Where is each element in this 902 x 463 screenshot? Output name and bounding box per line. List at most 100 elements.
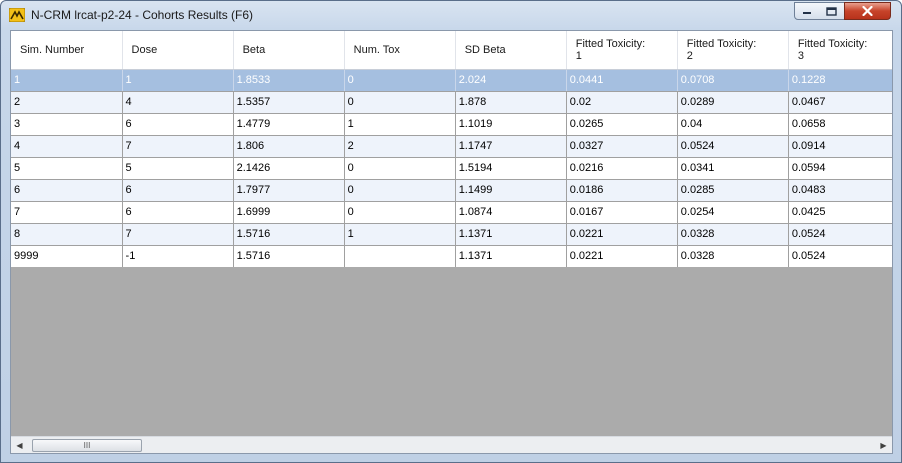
column-header[interactable]: Num. Tox	[344, 31, 456, 70]
table-cell[interactable]: 0.0467	[788, 91, 892, 114]
table-cell[interactable]: 6	[122, 201, 234, 224]
table-cell[interactable]: 0.1228	[788, 69, 892, 92]
column-header[interactable]: Beta	[233, 31, 345, 70]
table-cell[interactable]: 7	[122, 223, 234, 246]
table-row[interactable]: 111.853302.0240.04410.07080.12280.2404	[11, 69, 892, 92]
table-cell[interactable]: 2.1426	[233, 157, 345, 180]
table-cell[interactable]: 1.1371	[455, 245, 567, 267]
table-cell[interactable]: 0	[344, 69, 456, 92]
table-cell[interactable]: 1.6999	[233, 201, 345, 224]
table-cell[interactable]: 1.1747	[455, 135, 567, 158]
table-cell[interactable]: 0.0483	[788, 179, 892, 202]
column-header[interactable]: Fitted Toxicity: 2	[677, 31, 789, 70]
scrollbar-thumb[interactable]: III	[32, 439, 142, 452]
table-cell[interactable]: 0.04	[677, 113, 789, 136]
table-cell[interactable]: 0.0524	[788, 223, 892, 246]
results-window: N-CRM lrcat-p2-24 - Cohorts Results (F6)	[0, 0, 902, 463]
table-cell[interactable]: 1.0874	[455, 201, 567, 224]
table-cell[interactable]: 0.02	[566, 91, 678, 114]
table-row[interactable]: 241.535701.8780.020.02890.04670.0938	[11, 91, 892, 114]
column-header[interactable]: Fitted Toxicity: 3	[788, 31, 892, 70]
table-cell[interactable]: 0.0441	[566, 69, 678, 92]
table-cell[interactable]: 0.0524	[677, 135, 789, 158]
table-cell[interactable]: 0	[344, 179, 456, 202]
table-row[interactable]: 661.797701.14990.01860.02850.04830.0959	[11, 179, 892, 202]
table-cell[interactable]: 1.4779	[233, 113, 345, 136]
table-cell[interactable]: 1.5716	[233, 223, 345, 246]
table-cell[interactable]: 1.5194	[455, 157, 567, 180]
table-cell[interactable]: 0.0221	[566, 223, 678, 246]
table-cell[interactable]: 2	[344, 135, 456, 158]
table-cell[interactable]: 0.0216	[566, 157, 678, 180]
table-cell[interactable]: 7	[11, 201, 123, 224]
table-row[interactable]: 552.142601.51940.02160.03410.05940.1232	[11, 157, 892, 180]
scroll-right-arrow-icon[interactable]: ▶	[875, 437, 892, 454]
column-header-label: Sim. Number	[20, 43, 85, 56]
column-header[interactable]: Fitted Toxicity: 1	[566, 31, 678, 70]
table-cell[interactable]: 1	[11, 69, 123, 92]
table-cell[interactable]: 0.0708	[677, 69, 789, 92]
table-cell[interactable]: 0.0289	[677, 91, 789, 114]
table-cell[interactable]: 0.0186	[566, 179, 678, 202]
table-cell[interactable]: 0	[344, 157, 456, 180]
table-cell[interactable]: 4	[122, 91, 234, 114]
table-cell[interactable]: 0.0658	[788, 113, 892, 136]
column-header[interactable]: SD Beta	[455, 31, 567, 70]
table-cell[interactable]: 5	[11, 157, 123, 180]
table-cell[interactable]: 0.0341	[677, 157, 789, 180]
table-cell[interactable]: 1.5357	[233, 91, 345, 114]
table-cell[interactable]: 0.0265	[566, 113, 678, 136]
table-cell[interactable]: -1	[122, 245, 234, 267]
table-cell[interactable]: 2	[11, 91, 123, 114]
table-cell[interactable]: 1.1499	[455, 179, 567, 202]
table-cell[interactable]: 1	[122, 69, 234, 92]
table-cell[interactable]: 4	[11, 135, 123, 158]
table-cell[interactable]: 1.7977	[233, 179, 345, 202]
table-cell[interactable]: 6	[122, 113, 234, 136]
table-cell[interactable]: 1	[344, 113, 456, 136]
table-cell[interactable]: 0.0328	[677, 245, 789, 267]
table-cell[interactable]: 0.0914	[788, 135, 892, 158]
table-cell[interactable]: 0.0425	[788, 201, 892, 224]
table-cell[interactable]: 0.0221	[566, 245, 678, 267]
minimize-button[interactable]	[794, 2, 820, 20]
table-cell[interactable]: 2.024	[455, 69, 567, 92]
table-cell[interactable]: 0.0254	[677, 201, 789, 224]
table-cell[interactable]: 0.0594	[788, 157, 892, 180]
column-header[interactable]: Sim. Number	[11, 31, 123, 70]
table-cell[interactable]: 1.5716	[233, 245, 345, 267]
table-cell[interactable]: 0	[344, 201, 456, 224]
maximize-button[interactable]	[819, 2, 845, 20]
table-row[interactable]: 361.477911.10190.02650.040.06580.124	[11, 113, 892, 136]
horizontal-scrollbar[interactable]: ◀ III ▶	[11, 436, 892, 453]
table-cell[interactable]: 1.8533	[233, 69, 345, 92]
table-row[interactable]: 9999-11.57161.13710.02210.03280.05240.09…	[11, 245, 892, 267]
table-cell[interactable]: 0.0285	[677, 179, 789, 202]
table-row[interactable]: 471.80621.17470.03270.05240.09140.1798	[11, 135, 892, 158]
table-cell[interactable]: 1	[344, 223, 456, 246]
table-row[interactable]: 871.571611.13710.02210.03280.05240.0945	[11, 223, 892, 246]
table-cell[interactable]: 6	[122, 179, 234, 202]
column-header[interactable]: Dose	[122, 31, 234, 70]
cohorts-results-grid[interactable]: Sim. Number Dose Beta Num. Tox SD Beta Fitted…	[11, 31, 892, 267]
table-cell[interactable]: 6	[11, 179, 123, 202]
table-cell[interactable]: 1.1019	[455, 113, 567, 136]
close-button[interactable]	[844, 2, 891, 20]
table-cell[interactable]: 8	[11, 223, 123, 246]
table-cell[interactable]: 0.0328	[677, 223, 789, 246]
table-cell[interactable]: 1.878	[455, 91, 567, 114]
title-bar[interactable]: N-CRM lrcat-p2-24 - Cohorts Results (F6)	[1, 1, 901, 30]
table-cell[interactable]: 5	[122, 157, 234, 180]
table-cell[interactable]: 0	[344, 91, 456, 114]
table-cell[interactable]	[344, 245, 456, 267]
table-cell[interactable]: 0.0524	[788, 245, 892, 267]
table-cell[interactable]: 0.0167	[566, 201, 678, 224]
table-row[interactable]: 761.699901.08740.01670.02540.04250.083	[11, 201, 892, 224]
table-cell[interactable]: 1.806	[233, 135, 345, 158]
table-cell[interactable]: 3	[11, 113, 123, 136]
scroll-left-arrow-icon[interactable]: ◀	[11, 437, 28, 454]
table-cell[interactable]: 1.1371	[455, 223, 567, 246]
table-cell[interactable]: 0.0327	[566, 135, 678, 158]
table-cell[interactable]: 9999	[11, 245, 123, 267]
table-cell[interactable]: 7	[122, 135, 234, 158]
